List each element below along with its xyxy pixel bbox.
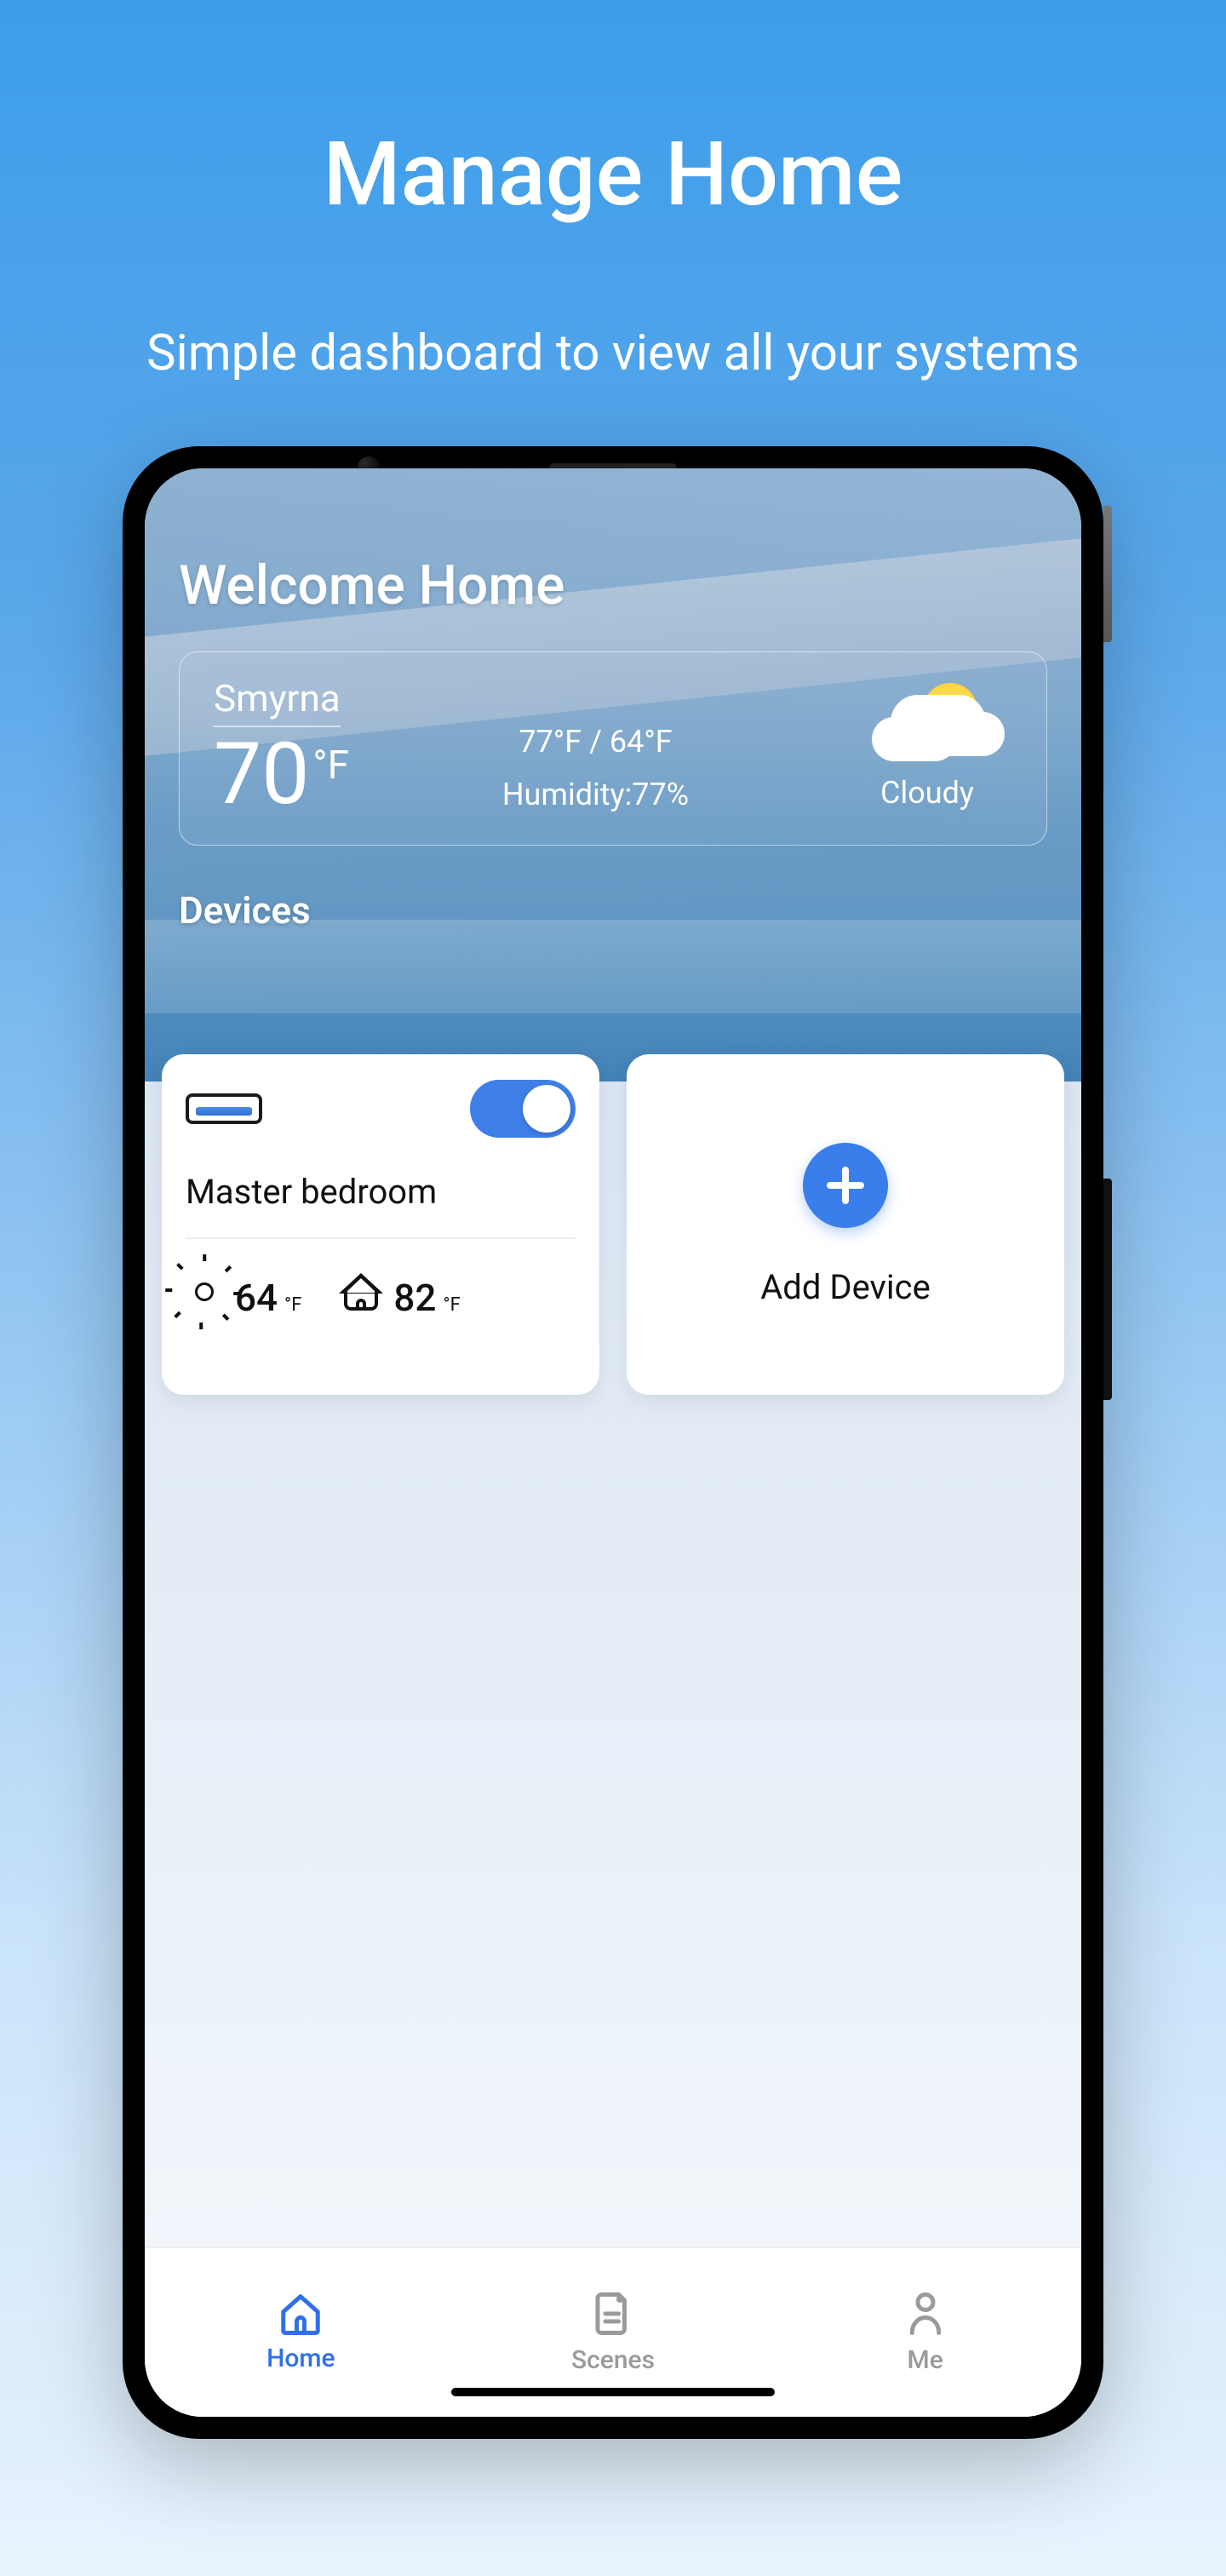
weather-humidity: Humidity:77% <box>349 777 842 812</box>
inside-temp: 82 <box>393 1276 436 1320</box>
weather-card[interactable]: Smyrna 70 °F 77°F / 64°F Humidity:77% Cl <box>179 651 1047 846</box>
hero-section: Welcome Home Smyrna 70 °F 77°F / 64°F Hu… <box>145 468 1081 1081</box>
cloudy-icon <box>872 683 983 768</box>
device-name: Master bedroom <box>186 1172 576 1212</box>
weather-hi-lo: 77°F / 64°F <box>349 724 842 760</box>
phone-camera-cluster <box>485 441 741 472</box>
divider <box>186 1237 576 1239</box>
tab-scenes-label: Scenes <box>571 2345 655 2375</box>
weather-condition: Cloudy <box>880 775 974 811</box>
house-icon <box>341 1273 381 1311</box>
tab-home-label: Home <box>266 2344 335 2373</box>
outside-temp: 64 <box>235 1276 278 1320</box>
outside-temp-unit: °F <box>284 1294 301 1316</box>
welcome-title: Welcome Home <box>179 554 1047 617</box>
tab-me-label: Me <box>908 2345 943 2375</box>
weather-temp-unit: °F <box>312 743 349 789</box>
document-icon <box>593 2291 633 2337</box>
sun-icon <box>186 1273 223 1311</box>
tab-home[interactable]: Home <box>145 2248 457 2417</box>
add-device-card[interactable]: Add Device <box>627 1054 1064 1395</box>
ac-unit-icon <box>186 1093 262 1124</box>
add-device-label: Add Device <box>760 1267 931 1307</box>
app-screen: Welcome Home Smyrna 70 °F 77°F / 64°F Hu… <box>145 468 1081 2417</box>
device-card-master-bedroom[interactable]: Master bedroom <box>162 1054 599 1395</box>
inside-temp-unit: °F <box>443 1294 460 1316</box>
device-grid: Master bedroom <box>145 1054 1081 1395</box>
devices-section-title: Devices <box>179 888 1047 932</box>
device-power-toggle[interactable] <box>470 1080 576 1138</box>
plus-icon <box>803 1143 888 1228</box>
promo-title: Manage Home <box>0 123 1226 227</box>
home-indicator[interactable] <box>451 2388 775 2396</box>
phone-frame: Welcome Home Smyrna 70 °F 77°F / 64°F Hu… <box>123 446 1103 2439</box>
tab-me[interactable]: Me <box>769 2248 1081 2417</box>
person-icon <box>906 2291 945 2337</box>
promo-subtitle: Simple dashboard to view all your system… <box>0 320 1226 387</box>
home-icon <box>278 2292 324 2335</box>
weather-location: Smyrna <box>214 676 341 727</box>
weather-temp: 70 <box>214 732 309 818</box>
